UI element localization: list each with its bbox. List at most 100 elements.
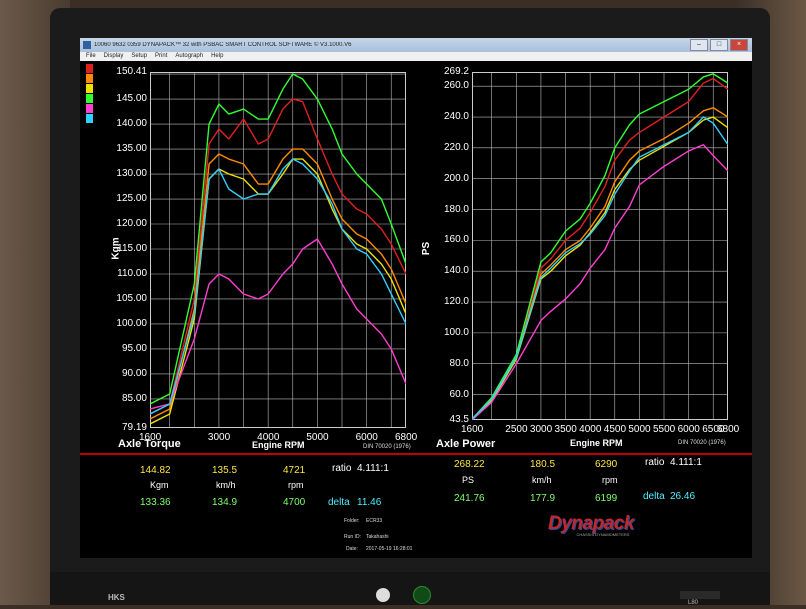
torque-ytick: 145.00 bbox=[116, 93, 147, 105]
power-unit-rpm: rpm bbox=[602, 475, 618, 485]
torque-ytick: 110.00 bbox=[117, 267, 147, 279]
power-readout-kmh: 180.5 bbox=[530, 459, 556, 470]
torque-readout-kmh: 135.5 bbox=[212, 465, 238, 476]
date-value: 2017-05-19 16:28:01 bbox=[366, 546, 413, 552]
torque-readout2-kgm: 133.36 bbox=[140, 497, 171, 508]
power-ytick: 180.0 bbox=[443, 203, 469, 215]
maximize-button[interactable]: □ bbox=[710, 39, 728, 51]
power-ytick: 269.2 bbox=[443, 66, 469, 77]
power-ratio-label: ratio bbox=[645, 457, 665, 468]
power-ytick: 240.0 bbox=[443, 111, 469, 123]
power-ytick: 120.0 bbox=[443, 296, 469, 308]
menu-bar: File Display Setup Print Autograph Help bbox=[80, 52, 752, 61]
date-label: Date: bbox=[346, 546, 358, 552]
power-ytick: 200.0 bbox=[443, 172, 469, 184]
power-ytick: 100.0 bbox=[443, 326, 469, 338]
torque-xtick: 6000 bbox=[355, 432, 378, 443]
legend-swatch-1[interactable] bbox=[86, 74, 93, 83]
torque-ytick: 105.00 bbox=[116, 292, 147, 304]
torque-readout-kgm: 144.82 bbox=[140, 465, 171, 476]
power-xtick: 3000 bbox=[529, 424, 553, 435]
power-ratio-value: 4.111:1 bbox=[670, 457, 702, 468]
power-xtick: 1600 bbox=[461, 424, 484, 435]
torque-chart bbox=[150, 72, 406, 428]
torque-xtick: 5000 bbox=[306, 432, 329, 443]
torque-ytick: 130.00 bbox=[116, 168, 147, 180]
torque-ytick: 95.00 bbox=[121, 342, 147, 354]
menu-setup[interactable]: Setup bbox=[131, 52, 147, 61]
close-button[interactable]: × bbox=[730, 39, 748, 51]
torque-ytick: 100.00 bbox=[116, 317, 147, 329]
monitor-nameplate: L80 bbox=[680, 591, 720, 606]
series-line-1 bbox=[150, 148, 406, 420]
power-unit-ps: PS bbox=[462, 475, 475, 485]
torque-unit-kgm: Kgm bbox=[150, 480, 169, 490]
minimize-button[interactable]: – bbox=[690, 39, 708, 51]
power-ytick: 260.0 bbox=[443, 80, 469, 92]
series-line-5 bbox=[150, 158, 406, 415]
legend-swatch-3[interactable] bbox=[86, 94, 93, 103]
power-xlabel: Engine RPM bbox=[570, 438, 623, 448]
torque-unit-rpm: rpm bbox=[288, 480, 304, 490]
power-delta-label: delta bbox=[643, 491, 665, 502]
torque-ytick: 125.00 bbox=[116, 193, 147, 204]
power-ytick: 60.0 bbox=[449, 388, 469, 400]
power-readout2-ps: 241.76 bbox=[454, 493, 485, 504]
monitor-bezel-bottom bbox=[50, 572, 770, 605]
legend-swatch-0[interactable] bbox=[86, 64, 93, 73]
torque-readout2-kmh: 134.9 bbox=[212, 497, 238, 508]
torque-delta-label: delta bbox=[328, 497, 350, 508]
legend-swatch-2[interactable] bbox=[86, 84, 93, 93]
menu-autograph[interactable]: Autograph bbox=[175, 52, 203, 61]
dynapack-logo: Dynapack CHASSIS DYNAMOMETERS bbox=[548, 513, 658, 543]
power-button[interactable] bbox=[413, 586, 431, 604]
power-unit-kmh: km/h bbox=[532, 475, 552, 485]
power-ytick: 220.0 bbox=[443, 141, 469, 153]
separator-line bbox=[80, 453, 752, 455]
torque-readout2-rpm: 4700 bbox=[283, 497, 306, 508]
power-xtick: 2500 bbox=[505, 424, 528, 435]
usb-port-icon bbox=[376, 588, 390, 602]
torque-xtick: 4000 bbox=[257, 432, 280, 443]
torque-ratio-value: 4.111:1 bbox=[357, 463, 389, 474]
torque-ytick: 150.41 bbox=[116, 66, 147, 77]
folder-value: ECR33 bbox=[366, 518, 383, 524]
menu-file[interactable]: File bbox=[86, 52, 96, 61]
power-xtick: 5000 bbox=[628, 424, 651, 435]
power-xtick: 4500 bbox=[603, 424, 627, 435]
screen: 10060 9632 0359 DYNAPACK™ 32 with PSBAC … bbox=[80, 38, 752, 558]
power-readout-ps: 268.22 bbox=[454, 459, 485, 470]
menu-help[interactable]: Help bbox=[211, 52, 223, 61]
torque-ytick: 120.00 bbox=[116, 218, 147, 229]
folder-label: Folder: bbox=[344, 518, 360, 524]
torque-xtick: 3000 bbox=[207, 432, 231, 443]
power-xtick: 5500 bbox=[653, 424, 676, 435]
run-id-label: Run ID: bbox=[344, 534, 361, 540]
power-readout2-rpm: 6199 bbox=[595, 493, 618, 504]
torque-readout-rpm: 4721 bbox=[283, 465, 306, 476]
legend-swatch-4[interactable] bbox=[86, 104, 93, 113]
legend-swatch-5[interactable] bbox=[86, 114, 93, 123]
window-title: 10060 9632 0359 DYNAPACK™ 32 with PSBAC … bbox=[94, 42, 352, 48]
power-ytick: 160.0 bbox=[443, 234, 469, 246]
power-title: Axle Power bbox=[436, 438, 496, 450]
power-chart bbox=[472, 72, 728, 420]
torque-norm: DIN 70020 (1976) bbox=[363, 444, 411, 450]
torque-xtick: 1600 bbox=[139, 432, 162, 443]
monitor-model: L80 bbox=[688, 600, 699, 606]
run-legend bbox=[86, 64, 93, 124]
run-id-value: Takahashi bbox=[366, 534, 389, 540]
power-xtick: 4000 bbox=[579, 424, 602, 435]
power-ytick: 140.0 bbox=[443, 265, 469, 277]
power-norm: DIN 70020 (1976) bbox=[678, 440, 726, 446]
power-ytick: 80.0 bbox=[449, 357, 469, 369]
window-titlebar: 10060 9632 0359 DYNAPACK™ 32 with PSBAC … bbox=[80, 38, 752, 52]
monitor-brand: HKS bbox=[108, 593, 125, 602]
menu-print[interactable]: Print bbox=[155, 52, 167, 61]
torque-xtick: 6800 bbox=[395, 432, 418, 443]
torque-ytick: 135.00 bbox=[116, 143, 147, 155]
menu-display[interactable]: Display bbox=[104, 52, 124, 61]
power-xtick: 6800 bbox=[717, 424, 740, 435]
torque-ytick: 90.00 bbox=[121, 367, 147, 379]
torque-delta-value: 11.46 bbox=[357, 497, 382, 508]
